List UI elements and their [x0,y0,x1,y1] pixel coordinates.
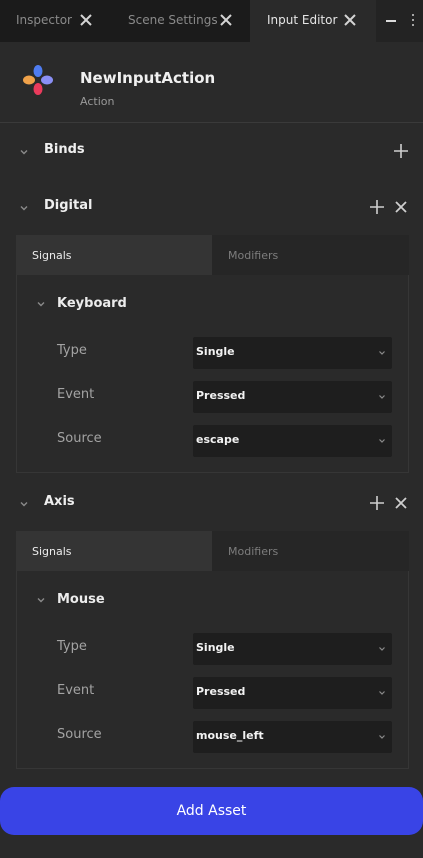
chevron-down-icon[interactable] [19,203,29,213]
axis-panel-tabs: Signals Modifiers [16,531,409,571]
tab-modifiers[interactable]: Modifiers [212,235,409,275]
section-title: Digital [44,198,93,213]
tab-label: Input Editor [267,13,338,27]
section-digital-header[interactable]: Digital [0,191,423,223]
dropdown-value: Single [196,345,235,358]
dropdown-value: Single [196,641,235,654]
chevron-down-icon[interactable] [19,147,29,157]
source-dropdown[interactable]: mouse_left [193,721,392,753]
section-binds-header[interactable]: Binds [0,135,423,167]
property-label: Event [57,387,95,402]
section-axis-header[interactable]: Axis [0,487,423,519]
event-dropdown[interactable]: Pressed [193,381,392,413]
type-dropdown[interactable]: Single [193,337,392,369]
property-label: Type [57,343,87,358]
asset-type: Action [80,95,115,108]
close-icon[interactable] [395,497,407,509]
chevron-down-icon [379,647,385,651]
close-icon[interactable] [343,13,357,27]
chevron-down-icon [379,439,385,443]
chevron-down-icon[interactable] [19,499,29,509]
section-title: Axis [44,494,75,509]
property-label: Event [57,683,95,698]
tab-signals[interactable]: Signals [16,235,212,275]
editor-tab-bar: Inspector Scene Settings Input Editor [0,0,423,42]
event-dropdown[interactable]: Pressed [193,677,392,709]
chevron-down-icon [379,395,385,399]
tab-label: Inspector [16,13,72,27]
tab-inspector[interactable]: Inspector [0,0,112,42]
dropdown-value: Pressed [196,389,246,402]
dropdown-value: mouse_left [196,729,264,742]
asset-name: NewInputAction [80,69,216,87]
tab-modifiers[interactable]: Modifiers [212,531,409,571]
close-icon[interactable] [219,13,233,27]
add-asset-button[interactable]: Add Asset [0,787,423,835]
property-label: Source [57,727,102,742]
tab-input-editor[interactable]: Input Editor [250,0,376,42]
tab-label: Scene Settings [128,13,218,27]
chevron-down-icon [379,735,385,739]
add-icon[interactable] [393,143,409,159]
close-icon[interactable] [395,201,407,213]
close-icon[interactable] [79,13,93,27]
digital-panel-tabs: Signals Modifiers [16,235,409,275]
minimize-icon[interactable] [386,20,396,22]
chevron-down-icon[interactable] [36,299,46,309]
dropdown-value: Pressed [196,685,246,698]
header-divider [0,122,423,123]
chevron-down-icon [379,351,385,355]
tab-bar-controls [376,0,423,42]
chevron-down-icon [379,691,385,695]
dropdown-value: escape [196,433,240,446]
kebab-menu-icon[interactable] [411,14,415,28]
tab-signals[interactable]: Signals [16,531,212,571]
group-title-keyboard: Keyboard [57,296,127,311]
tab-scene-settings[interactable]: Scene Settings [112,0,250,42]
chevron-down-icon[interactable] [36,595,46,605]
source-dropdown[interactable]: escape [193,425,392,457]
add-icon[interactable] [369,199,385,215]
property-label: Type [57,639,87,654]
section-title: Binds [44,142,85,157]
asset-header: NewInputAction Action [0,42,423,122]
gamepad-dots-icon [23,65,53,95]
property-label: Source [57,431,102,446]
add-icon[interactable] [369,495,385,511]
type-dropdown[interactable]: Single [193,633,392,665]
group-title-mouse: Mouse [57,592,105,607]
